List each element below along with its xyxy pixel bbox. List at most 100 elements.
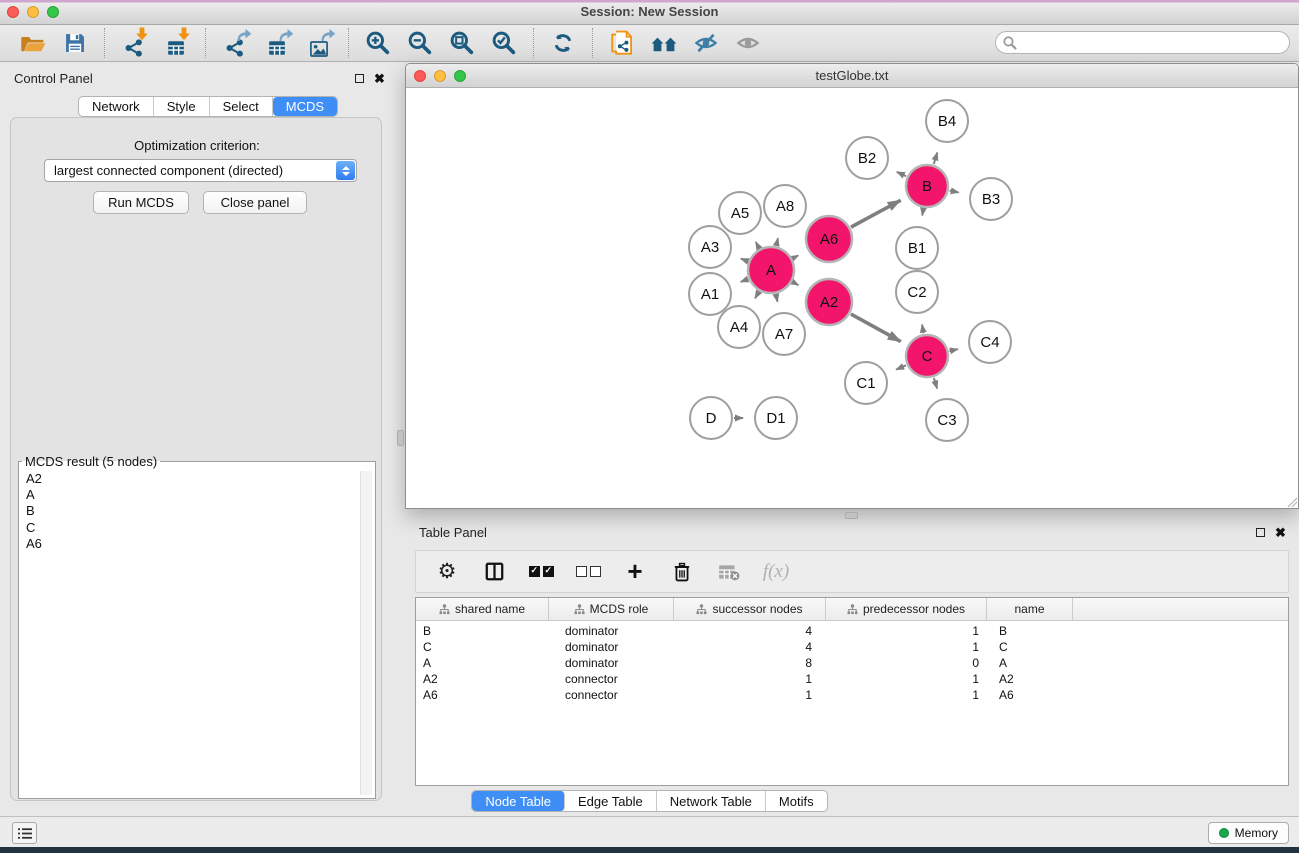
home-button[interactable]	[647, 27, 681, 59]
graph-edge-A-A1[interactable]	[741, 279, 748, 282]
graph-node-B4[interactable]: B4	[926, 100, 968, 142]
tab-style[interactable]: Style	[154, 97, 210, 116]
memory-button[interactable]: Memory	[1208, 822, 1289, 844]
graph-edge-B-B3[interactable]	[950, 191, 959, 193]
column-header-MCDS-role[interactable]: MCDS role	[549, 598, 674, 620]
graph-edge-C-C1[interactable]	[896, 365, 906, 369]
graph-node-C[interactable]: C	[906, 335, 948, 377]
delete-table-button[interactable]	[712, 556, 746, 588]
zoom-out-button[interactable]	[403, 27, 437, 59]
graph-node-B2[interactable]: B2	[846, 137, 888, 179]
graph-edge-A-A6[interactable]	[793, 255, 798, 258]
open-session-button[interactable]	[16, 27, 50, 59]
vertical-scrollbar-thumb[interactable]	[397, 430, 404, 446]
result-list-item[interactable]: A2	[22, 471, 372, 487]
result-list-item[interactable]: B	[22, 503, 372, 519]
column-header-name[interactable]: name	[987, 598, 1073, 620]
close-panel-icon[interactable]: ✖	[1275, 526, 1286, 539]
close-panel-icon[interactable]: ✖	[374, 72, 385, 85]
export-image-button[interactable]	[302, 27, 336, 59]
zoom-fit-button[interactable]	[445, 27, 479, 59]
column-view-button[interactable]	[477, 556, 511, 588]
export-table-button[interactable]	[260, 27, 294, 59]
graph-node-C1[interactable]: C1	[845, 362, 887, 404]
horizontal-scrollbar-thumb[interactable]	[845, 512, 858, 519]
hide-details-button[interactable]	[689, 27, 723, 59]
column-header-shared-name[interactable]: shared name	[416, 598, 549, 620]
graph-node-C2[interactable]: C2	[896, 271, 938, 313]
graph-edge-B-B1[interactable]	[922, 209, 923, 216]
graph-edge-A-A3[interactable]	[741, 259, 748, 262]
graph-node-A[interactable]: A	[748, 247, 794, 293]
tab-network-table[interactable]: Network Table	[657, 791, 766, 811]
graph-edge-C-C3[interactable]	[934, 378, 937, 389]
graph-edge-C-C2[interactable]	[922, 325, 923, 334]
float-panel-icon[interactable]	[355, 74, 364, 83]
graph-edge-A-A8[interactable]	[776, 238, 778, 245]
graph-node-A5[interactable]: A5	[719, 192, 761, 234]
result-list-item[interactable]: C	[22, 520, 372, 536]
resize-grip-icon[interactable]	[1285, 495, 1297, 507]
import-table-button[interactable]	[159, 27, 193, 59]
graph-node-B3[interactable]: B3	[970, 178, 1012, 220]
add-column-button[interactable]: +	[618, 556, 652, 588]
show-details-button[interactable]	[731, 27, 765, 59]
graph-edge-A6-B[interactable]	[851, 200, 901, 227]
table-row[interactable]: Adominator80A	[416, 655, 1288, 671]
search-input[interactable]	[1022, 33, 1289, 52]
select-all-columns-button[interactable]	[524, 556, 558, 588]
graph-node-A1[interactable]: A1	[689, 273, 731, 315]
graph-node-C4[interactable]: C4	[969, 321, 1011, 363]
table-row[interactable]: A2connector11A2	[416, 671, 1288, 687]
table-row[interactable]: Cdominator41C	[416, 639, 1288, 655]
float-panel-icon[interactable]	[1256, 528, 1265, 537]
graph-edge-A2-C[interactable]	[851, 314, 901, 341]
graph-node-A8[interactable]: A8	[764, 185, 806, 227]
run-mcds-button[interactable]: Run MCDS	[93, 191, 189, 214]
table-row[interactable]: A6connector11A6	[416, 687, 1288, 703]
new-network-from-selection-button[interactable]	[605, 27, 639, 59]
criterion-select[interactable]: largest connected component (directed)	[44, 159, 357, 182]
graph-node-C3[interactable]: C3	[926, 399, 968, 441]
graph-node-A2[interactable]: A2	[806, 279, 852, 325]
table-settings-button[interactable]: ⚙	[430, 556, 464, 588]
deselect-all-columns-button[interactable]	[571, 556, 605, 588]
close-panel-button[interactable]: Close panel	[203, 191, 307, 214]
graph-node-B1[interactable]: B1	[896, 227, 938, 269]
zoom-in-button[interactable]	[361, 27, 395, 59]
graph-node-D1[interactable]: D1	[755, 397, 797, 439]
graph-edge-A-A7[interactable]	[776, 294, 777, 301]
result-list-item[interactable]: A	[22, 487, 372, 503]
graph-node-A3[interactable]: A3	[689, 226, 731, 268]
graph-node-A7[interactable]: A7	[763, 313, 805, 355]
zoom-selected-button[interactable]	[487, 27, 521, 59]
tab-motifs[interactable]: Motifs	[766, 791, 827, 811]
function-builder-button[interactable]: f(x)	[759, 556, 793, 588]
column-header-predecessor-nodes[interactable]: predecessor nodes	[826, 598, 987, 620]
graph-node-B[interactable]: B	[906, 165, 948, 207]
column-header-successor-nodes[interactable]: successor nodes	[674, 598, 826, 620]
table-row[interactable]: Bdominator41B	[416, 623, 1288, 639]
graph-edge-A-A2[interactable]	[793, 282, 798, 285]
tab-edge-table[interactable]: Edge Table	[565, 791, 657, 811]
refresh-layout-button[interactable]	[546, 27, 580, 59]
import-network-button[interactable]	[117, 27, 151, 59]
tab-select[interactable]: Select	[210, 97, 273, 116]
tab-node-table[interactable]: Node Table	[472, 791, 565, 811]
graph-edge-A-A5[interactable]	[756, 242, 759, 248]
tab-mcds[interactable]: MCDS	[273, 97, 337, 116]
graph-node-A4[interactable]: A4	[718, 306, 760, 348]
graph-node-D[interactable]: D	[690, 397, 732, 439]
graph-edge-B-B2[interactable]	[897, 172, 906, 176]
delete-column-button[interactable]	[665, 556, 699, 588]
save-session-button[interactable]	[58, 27, 92, 59]
result-list-item[interactable]: A6	[22, 536, 372, 552]
graph-edge-C-C4[interactable]	[949, 349, 957, 351]
tab-network[interactable]: Network	[79, 97, 154, 116]
network-canvas[interactable]: B4B2BB3A8A5A6A3B1AA1C2A2A4A7C4CC1C3DD1	[406, 88, 1298, 508]
export-network-button[interactable]	[218, 27, 252, 59]
show-panels-button[interactable]	[12, 822, 37, 844]
graph-edge-B-B4[interactable]	[934, 153, 938, 164]
result-scrollbar[interactable]	[360, 471, 372, 795]
graph-edge-A-A4[interactable]	[755, 292, 759, 298]
